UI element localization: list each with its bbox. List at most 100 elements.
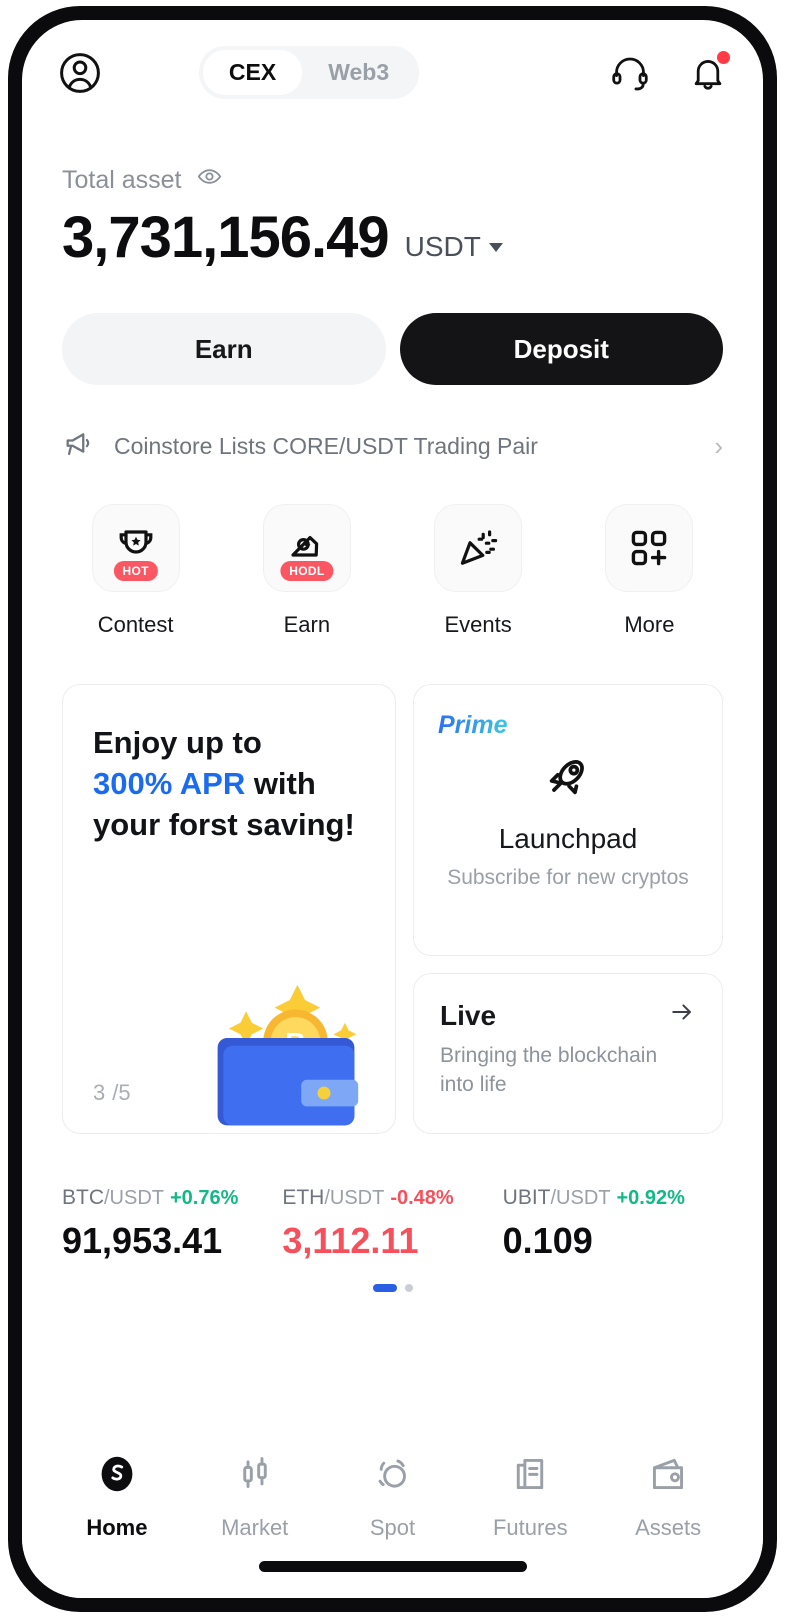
total-asset-label-row: Total asset	[62, 163, 723, 197]
ticker-price: 3,112.11	[282, 1220, 419, 1261]
balance-section: Total asset 3,731,156.49 USDT	[22, 125, 763, 267]
grid-plus-icon	[605, 504, 694, 592]
live-card-header: Live	[440, 998, 696, 1033]
carousel-indicator[interactable]	[22, 1284, 763, 1292]
ticker-pair: ETH/USDT -0.48%	[282, 1186, 502, 1210]
carousel-dot[interactable]	[404, 1284, 413, 1292]
ticker-pair: UBIT/USDT +0.92%	[503, 1186, 723, 1210]
cex-web3-toggle[interactable]: CEX Web3	[198, 46, 420, 99]
ticker-price: 0.109	[502, 1220, 593, 1261]
wallet-bitcoin-illustration: B	[191, 943, 381, 1133]
piggy-hand-icon: HODL	[262, 504, 351, 592]
quick-action-label: More	[624, 612, 675, 637]
earn-button[interactable]: Earn	[62, 313, 386, 385]
quick-action-label: Contest	[97, 612, 174, 637]
quick-action-more[interactable]: More	[564, 504, 735, 638]
currency-selector[interactable]: USDT	[405, 231, 503, 267]
header-actions	[609, 50, 730, 94]
quick-action-events[interactable]: Events	[393, 504, 564, 638]
document-chart-icon	[508, 1452, 552, 1501]
nav-item-assets[interactable]: Assets	[599, 1452, 737, 1598]
hodl-badge: HODL	[280, 561, 334, 581]
nav-label: Futures	[492, 1515, 568, 1540]
ticker-eth[interactable]: ETH/USDT -0.48% 3,112.11	[282, 1186, 502, 1262]
nav-item-home[interactable]: Home	[48, 1452, 186, 1598]
nav-item-market[interactable]: Market	[186, 1452, 324, 1598]
right-card-column: Prime Launchpad Subscribe for new crypto…	[413, 684, 723, 1134]
ticker-quote: /USDT	[324, 1187, 385, 1209]
nav-label: Assets	[635, 1515, 702, 1540]
launchpad-title: Launchpad	[498, 823, 638, 854]
prime-badge: Prime	[438, 711, 508, 739]
live-card[interactable]: Live Bringing the blockchain into life	[413, 973, 723, 1134]
user-circle-icon[interactable]	[56, 49, 104, 97]
carousel-counter: 3 /5	[93, 1078, 131, 1107]
nav-label: Spot	[369, 1515, 416, 1540]
tab-web3[interactable]: Web3	[302, 50, 415, 95]
ticker-row: BTC/USDT +0.76% 91,953.41 ETH/USDT -0.48% …	[22, 1134, 763, 1262]
announcement-bar[interactable]: Coinstore Lists CORE/USDT Trading Pair ›	[22, 385, 763, 466]
promo-line2-rest: with	[245, 765, 316, 801]
notification-badge	[717, 50, 730, 64]
promo-cards: Enjoy up to 300% APR with your forst sav…	[22, 638, 763, 1134]
ticker-pair: BTC/USDT +0.76%	[62, 1186, 282, 1210]
ticker-symbol: ETH	[282, 1186, 325, 1209]
balance-amount: 3,731,156.49	[62, 205, 390, 270]
savings-promo-card[interactable]: Enjoy up to 300% APR with your forst sav…	[62, 684, 396, 1134]
counter-current: 3	[93, 1080, 106, 1105]
bottom-navigation: Home Market Spot Futures Assets	[22, 1430, 763, 1598]
quick-actions: HOT Contest HODL Earn Events More	[22, 466, 763, 638]
primary-actions: Earn Deposit	[22, 267, 763, 385]
nav-item-futures[interactable]: Futures	[461, 1452, 599, 1598]
nav-item-spot[interactable]: Spot	[324, 1452, 462, 1598]
balance-row: 3,731,156.49 USDT	[62, 209, 723, 267]
ticker-symbol: UBIT	[502, 1186, 551, 1209]
headset-icon[interactable]	[609, 52, 651, 94]
tab-cex[interactable]: CEX	[202, 50, 303, 95]
total-asset-label: Total asset	[62, 165, 182, 194]
ticker-ubit[interactable]: UBIT/USDT +0.92% 0.109	[503, 1186, 723, 1262]
ticker-change: -0.48%	[390, 1187, 454, 1209]
nav-label: Market	[221, 1515, 289, 1540]
quick-action-label: Earn	[283, 612, 331, 637]
chevron-right-icon: ›	[714, 431, 723, 461]
swap-circles-icon	[370, 1452, 414, 1501]
coinstore-logo-icon	[95, 1452, 139, 1501]
live-title: Live	[440, 999, 497, 1031]
arrow-right-icon[interactable]	[668, 998, 696, 1033]
live-subtitle: Bringing the blockchain into life	[440, 1044, 658, 1097]
ticker-price: 91,953.41	[62, 1220, 223, 1261]
rocket-icon	[540, 748, 596, 809]
home-indicator	[258, 1561, 527, 1572]
ticker-symbol: BTC	[62, 1186, 104, 1209]
party-popper-icon	[434, 504, 523, 592]
quick-action-label: Events	[444, 612, 512, 637]
ticker-btc[interactable]: BTC/USDT +0.76% 91,953.41	[62, 1186, 282, 1262]
wallet-icon	[646, 1452, 690, 1501]
hot-badge: HOT	[113, 561, 158, 581]
ticker-quote: /USDT	[104, 1187, 164, 1209]
app-header: CEX Web3	[22, 20, 763, 125]
launchpad-card[interactable]: Prime Launchpad Subscribe for new crypto…	[413, 684, 723, 956]
ticker-change: +0.92%	[616, 1187, 685, 1209]
deposit-button[interactable]: Deposit	[399, 313, 723, 385]
promo-line3: your forst saving!	[93, 806, 355, 842]
eye-icon[interactable]	[196, 163, 223, 197]
carousel-dot-active[interactable]	[372, 1284, 397, 1292]
app-screen: CEX Web3 Total asset 3,731,156.49 USDT E…	[22, 20, 763, 1598]
announcement-text: Coinstore Lists CORE/USDT Trading Pair	[114, 433, 538, 459]
ticker-quote: /USDT	[550, 1187, 611, 1209]
launchpad-subtitle: Subscribe for new cryptos	[447, 866, 689, 889]
nav-label: Home	[86, 1515, 148, 1540]
quick-action-contest[interactable]: HOT Contest	[50, 504, 221, 638]
promo-highlight: 300% APR	[93, 765, 246, 801]
candlestick-icon	[233, 1452, 277, 1501]
chevron-down-icon	[488, 242, 503, 252]
quick-action-earn[interactable]: HODL Earn	[221, 504, 392, 638]
bell-icon[interactable]	[687, 50, 730, 94]
ticker-change: +0.76%	[170, 1187, 239, 1209]
currency-label: USDT	[404, 231, 481, 262]
phone-frame: CEX Web3 Total asset 3,731,156.49 USDT E…	[8, 6, 777, 1612]
promo-title: Enjoy up to 300% APR with your forst sav…	[93, 723, 365, 846]
promo-line1: Enjoy up to	[93, 725, 262, 760]
